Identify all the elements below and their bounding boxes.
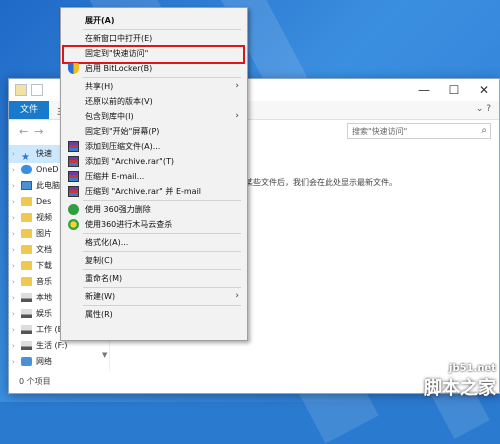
menu-separator: [83, 200, 241, 201]
folder-icon: [21, 229, 32, 238]
pc-icon: [21, 181, 32, 190]
network-icon: [21, 357, 32, 366]
folder-icon: [21, 261, 32, 270]
menu-item-label: 还原以前的版本(V): [85, 97, 153, 106]
menu-separator: [83, 287, 241, 288]
winrar-icon: [68, 141, 79, 152]
drive-icon: [21, 293, 32, 302]
menu-item[interactable]: 添加到 "Archive.rar"(T): [63, 154, 245, 169]
properties-icon[interactable]: [31, 84, 43, 96]
menu-item-label: 共享(H): [85, 82, 114, 91]
menu-item[interactable]: 共享(H) ›: [63, 79, 245, 94]
menu-item-label: 使用 360强力删除: [85, 205, 151, 214]
submenu-arrow-icon: ›: [235, 291, 239, 301]
menu-separator: [83, 305, 241, 306]
search-icon: ⌕: [481, 125, 487, 136]
shield-icon: [68, 63, 79, 74]
minimize-button[interactable]: —: [409, 79, 439, 101]
menu-separator: [83, 29, 241, 30]
menu-item[interactable]: 属性(R): [63, 307, 245, 322]
folder-icon: [21, 277, 32, 286]
menu-item-label: 压缩并 E-mail...: [85, 172, 145, 181]
quick-access-toolbar: [15, 84, 43, 96]
menu-item-label: 重命名(M): [85, 274, 123, 283]
menu-item[interactable]: 使用360进行木马云查杀: [63, 217, 245, 232]
scroll-down-icon[interactable]: ▼: [102, 351, 107, 359]
window-controls: — ☐ ✕: [409, 79, 499, 101]
menu-item[interactable]: 使用 360强力删除: [63, 202, 245, 217]
360-delete-icon: [68, 204, 79, 215]
submenu-arrow-icon: ›: [235, 111, 239, 121]
menu-item[interactable]: 添加到压缩文件(A)...: [63, 139, 245, 154]
menu-separator: [83, 269, 241, 270]
menu-item[interactable]: 重命名(M): [63, 271, 245, 286]
menu-item[interactable]: 在新窗口中打开(E): [63, 31, 245, 46]
winrar-icon: [68, 171, 79, 182]
menu-item-label: 格式化(A)...: [85, 238, 129, 247]
menu-item-label: 压缩到 "Archive.rar" 并 E-mail: [85, 187, 202, 196]
tab-file[interactable]: 文件: [9, 101, 49, 119]
menu-item[interactable]: 复制(C): [63, 253, 245, 268]
drive-icon: [21, 341, 32, 350]
menu-item[interactable]: 新建(W) ›: [63, 289, 245, 304]
drive-icon: [21, 309, 32, 318]
star-icon: ★: [21, 152, 30, 163]
empty-folder-message: 某些文件后，我们会在此处显示最新文件。: [245, 178, 397, 187]
menu-item-label: 使用360进行木马云查杀: [85, 220, 173, 229]
menu-separator: [83, 233, 241, 234]
folder-icon: [21, 197, 32, 206]
cloud-icon: [21, 165, 32, 174]
ribbon-expand-icon[interactable]: ⌄ ?: [476, 104, 491, 114]
menu-item-label: 展开(A): [85, 16, 115, 25]
menu-item[interactable]: 固定到"开始"屏幕(P): [63, 124, 245, 139]
menu-item[interactable]: 展开(A): [63, 13, 245, 28]
menu-item[interactable]: 还原以前的版本(V): [63, 94, 245, 109]
menu-separator: [83, 77, 241, 78]
menu-item-label: 包含到库中(I): [85, 112, 134, 121]
menu-item-label: 新建(W): [85, 292, 116, 301]
menu-item[interactable]: 压缩并 E-mail...: [63, 169, 245, 184]
menu-item-label: 固定到"开始"屏幕(P): [85, 127, 160, 136]
menu-item[interactable]: 格式化(A)...: [63, 235, 245, 250]
folder-icon: [21, 213, 32, 222]
menu-item-label: 属性(R): [85, 310, 113, 319]
close-button[interactable]: ✕: [469, 79, 499, 101]
context-menu: 展开(A) 在新窗口中打开(E) 固定到"快速访问" 启用 BitLocker(B) 共…: [60, 7, 248, 341]
submenu-arrow-icon: ›: [235, 81, 239, 91]
menu-item[interactable]: 压缩到 "Archive.rar" 并 E-mail: [63, 184, 245, 199]
folder-icon: [21, 245, 32, 254]
menu-separator: [83, 251, 241, 252]
watermark: jb51.net 脚本之家: [424, 363, 496, 400]
menu-item-label: 添加到 "Archive.rar"(T): [85, 157, 174, 166]
maximize-button[interactable]: ☐: [439, 79, 469, 101]
drive-icon: [21, 325, 32, 334]
sidebar-item-label: 网络: [36, 357, 52, 366]
search-input[interactable]: 搜索"快速访问" ⌕: [347, 123, 491, 139]
360-scan-icon: [68, 219, 79, 230]
sidebar-item[interactable]: › 网络: [9, 353, 109, 371]
winrar-icon: [68, 186, 79, 197]
menu-item-label: 启用 BitLocker(B): [85, 64, 153, 73]
back-forward-icon[interactable]: ←→: [19, 125, 49, 138]
expand-chevron-icon[interactable]: ›: [12, 353, 15, 371]
folder-icon[interactable]: [15, 84, 27, 96]
search-placeholder: 搜索"快速访问": [352, 127, 408, 136]
menu-item-label: 在新窗口中打开(E): [85, 34, 153, 43]
menu-item-label: 复制(C): [85, 256, 113, 265]
menu-item-label: 添加到压缩文件(A)...: [85, 142, 161, 151]
menu-item[interactable]: 启用 BitLocker(B): [63, 61, 245, 76]
watermark-url: jb51.net: [449, 363, 496, 374]
watermark-name: 脚本之家: [424, 378, 496, 399]
menu-item[interactable]: 包含到库中(I) ›: [63, 109, 245, 124]
status-bar: 0 个项目: [19, 377, 51, 386]
winrar-icon: [68, 156, 79, 167]
